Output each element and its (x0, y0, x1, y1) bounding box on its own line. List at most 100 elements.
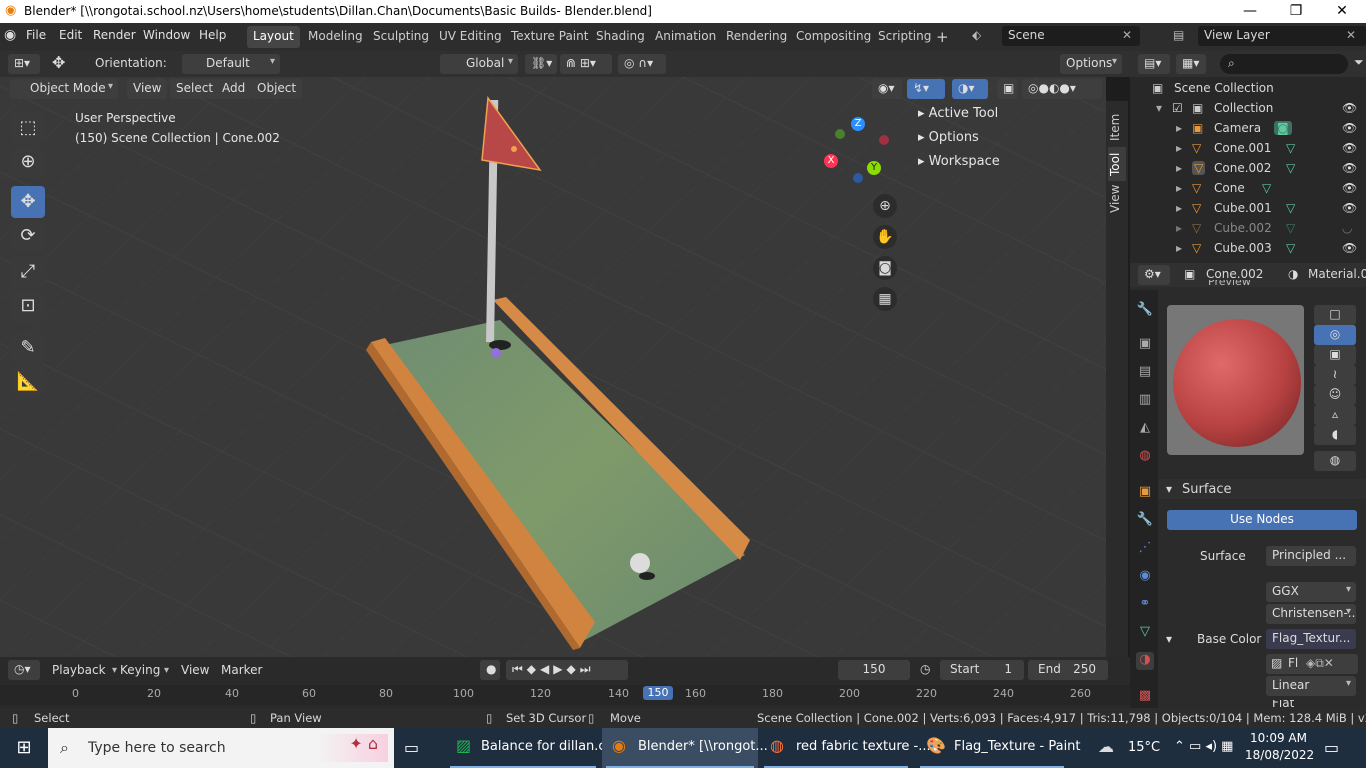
preview-hair-icon[interactable]: ≀ (1314, 365, 1356, 385)
tab-scripting[interactable]: Scripting (872, 26, 937, 48)
tray-icons[interactable]: ⌃ ▭ ◂) ▦ (1174, 739, 1233, 754)
taskbar-app[interactable]: 🎨 Flag_Texture - Paint (916, 728, 1081, 768)
overlays-toggle-icon[interactable]: ◑▾ (952, 79, 988, 99)
filter-icon[interactable]: ⏷ (1354, 55, 1364, 70)
timeline-ruler[interactable]: 0 20 40 60 80 100 120 140 160 180 200 22… (0, 685, 1130, 705)
chevron-down-icon[interactable]: ▾ (1166, 632, 1172, 646)
end-frame-field[interactable]: End 250 (1028, 660, 1108, 680)
measure-icon[interactable]: 📐 (11, 366, 45, 398)
timeline-editor-type-icon[interactable]: ◷▾ (8, 660, 40, 680)
base-color-field[interactable]: Flag_Textur... (1266, 629, 1356, 649)
snap-icon[interactable]: ⋒ ⊞▾ (560, 54, 612, 74)
mesh-data-icon[interactable]: ▽ (1286, 141, 1295, 155)
eye-icon[interactable]: 👁 (1342, 141, 1357, 155)
outliner-row[interactable]: ▸ ▣ Camera ◙ 👁 (1130, 118, 1366, 138)
start-frame-field[interactable]: Start 1 (940, 660, 1024, 680)
clock-date[interactable]: 18/08/2022 (1245, 748, 1314, 762)
gizmo-z-axis[interactable]: Z (851, 117, 865, 131)
move-tool-icon[interactable]: ✥ (11, 186, 45, 218)
temperature[interactable]: 15°C (1128, 740, 1160, 755)
camera-view-icon[interactable]: ◙ (873, 256, 897, 280)
panel-options[interactable]: ▸ Options (918, 130, 979, 145)
transform-pivot-icon[interactable]: ✥ (52, 53, 65, 72)
taskbar-search-box[interactable]: ⌕ Type here to search ✦ ⌂ (48, 728, 394, 768)
mesh-data-icon[interactable]: ▽ (1286, 201, 1295, 215)
clock-time[interactable]: 10:09 AM (1250, 731, 1307, 745)
constraints-icon[interactable]: ⚭ (1136, 596, 1154, 614)
menu-object[interactable]: Object (251, 79, 303, 99)
outliner-editor-type-icon[interactable]: ▤▾ (1138, 54, 1170, 74)
distribution-dropdown[interactable]: GGX (1266, 582, 1356, 602)
outliner-search-input[interactable]: ⌕ (1220, 54, 1348, 74)
perspective-toggle-icon[interactable]: ▦ (873, 287, 897, 311)
preview-range-icon[interactable]: ◷ (920, 662, 930, 676)
transform-tool-icon[interactable]: ⊡ (11, 290, 45, 322)
zoom-icon[interactable]: ⊕ (873, 194, 897, 218)
menu-file[interactable]: File (26, 28, 46, 42)
taskbar-app[interactable]: ▨ Balance for dillan.c... (446, 728, 618, 768)
gizmo-neg-z[interactable] (853, 173, 863, 183)
blender-menu-icon[interactable]: ◉ (4, 27, 16, 43)
tab-layout[interactable]: Layout (247, 26, 300, 48)
outliner-row[interactable]: ▸ ▽ Cone.002 ▽ 👁 (1130, 158, 1366, 178)
scene-icon[interactable]: ⬖ (972, 28, 981, 42)
mesh-data-icon[interactable]: ▽ (1286, 221, 1295, 235)
eye-closed-icon[interactable]: ◡ (1342, 221, 1352, 235)
eye-icon[interactable]: 👁 (1342, 101, 1357, 115)
preview-fluid-icon[interactable]: ◖ (1314, 425, 1356, 445)
image-controls-icon[interactable]: ◈⧉✕ (1306, 656, 1334, 671)
tool-settings-icon[interactable]: 🔧 (1136, 302, 1154, 320)
chevron-right-icon[interactable]: ▸ (1176, 221, 1182, 235)
menu-select[interactable]: Select (170, 79, 220, 99)
tab-sculpting[interactable]: Sculpting (367, 26, 435, 48)
scene-selector[interactable]: Scene ✕ (1002, 26, 1140, 46)
view-layer-icon[interactable]: ▤ (1173, 28, 1184, 42)
preview-cube-icon[interactable]: ▣ (1314, 345, 1356, 365)
menu-help[interactable]: Help (199, 28, 226, 42)
chevron-right-icon[interactable]: ▸ (1176, 201, 1182, 215)
chevron-right-icon[interactable]: ▸ (1176, 121, 1182, 135)
navigation-gizmo[interactable]: Z X Y (822, 117, 892, 187)
gizmo-neg-y[interactable] (835, 129, 845, 139)
shading-modes-icon[interactable]: ◎●◐●▾ (1022, 79, 1102, 99)
tab-modeling[interactable]: Modeling (302, 26, 369, 48)
annotate-icon[interactable]: ✎ (11, 332, 45, 364)
surface-shader-field[interactable]: Principled ... (1266, 546, 1356, 566)
orientation-dropdown[interactable]: Default (182, 54, 280, 74)
chevron-right-icon[interactable]: ▸ (1176, 181, 1182, 195)
minimize-button[interactable]: — (1227, 1, 1273, 23)
chevron-right-icon[interactable]: ▸ (1176, 241, 1182, 255)
interpolation-dropdown[interactable]: Linear (1266, 676, 1356, 696)
outliner-collection[interactable]: ▾ ☑ ▣ Collection 👁 (1130, 98, 1366, 118)
outliner-row[interactable]: ▸ ▽ Cone.001 ▽ 👁 (1130, 138, 1366, 158)
mesh-data-tab-icon[interactable]: ▽ (1136, 624, 1154, 642)
pan-hand-icon[interactable]: ✋ (873, 225, 897, 249)
tab-rendering[interactable]: Rendering (720, 26, 793, 48)
maximize-button[interactable]: ❐ (1273, 1, 1319, 23)
gizmo-y-axis[interactable]: Y (867, 161, 881, 175)
weather-icon[interactable]: ☁ (1098, 737, 1114, 756)
proportional-edit-icon[interactable]: ◎ ∩▾ (618, 54, 666, 74)
panel-workspace[interactable]: ▸ Workspace (918, 154, 1000, 169)
menu-add[interactable]: Add (216, 79, 252, 99)
options-dropdown[interactable]: Options (1060, 54, 1122, 74)
cursor-icon[interactable]: ⊕ (11, 146, 45, 178)
task-view-icon[interactable]: ▭ (404, 738, 419, 757)
outliner-scene-collection[interactable]: ▣ Scene Collection (1130, 78, 1366, 98)
world-preview-icon[interactable]: ◍ (1314, 451, 1356, 471)
add-workspace-button[interactable]: + (930, 25, 955, 47)
object-properties-icon[interactable]: ▣ (1136, 484, 1154, 502)
windows-start-icon[interactable]: ⊞ (0, 728, 48, 768)
outliner-row[interactable]: ▸ ▽ Cone ▽ 👁 (1130, 178, 1366, 198)
view-layer-selector[interactable]: View Layer ✕ (1198, 26, 1366, 46)
mesh-data-icon[interactable]: ▽ (1286, 161, 1295, 175)
mesh-data-icon[interactable]: ▽ (1262, 181, 1271, 195)
output-icon[interactable]: ▤ (1136, 364, 1154, 382)
preview-cloth-icon[interactable]: ▵ (1314, 405, 1356, 425)
record-icon[interactable]: ● (480, 660, 500, 680)
golf-ball[interactable] (630, 553, 650, 573)
menu-render[interactable]: Render (93, 28, 136, 42)
preview-sphere-icon[interactable]: ◎ (1314, 325, 1356, 345)
scene-close-icon[interactable]: ✕ (1122, 28, 1132, 42)
physics-icon[interactable]: ◉ (1136, 568, 1154, 586)
